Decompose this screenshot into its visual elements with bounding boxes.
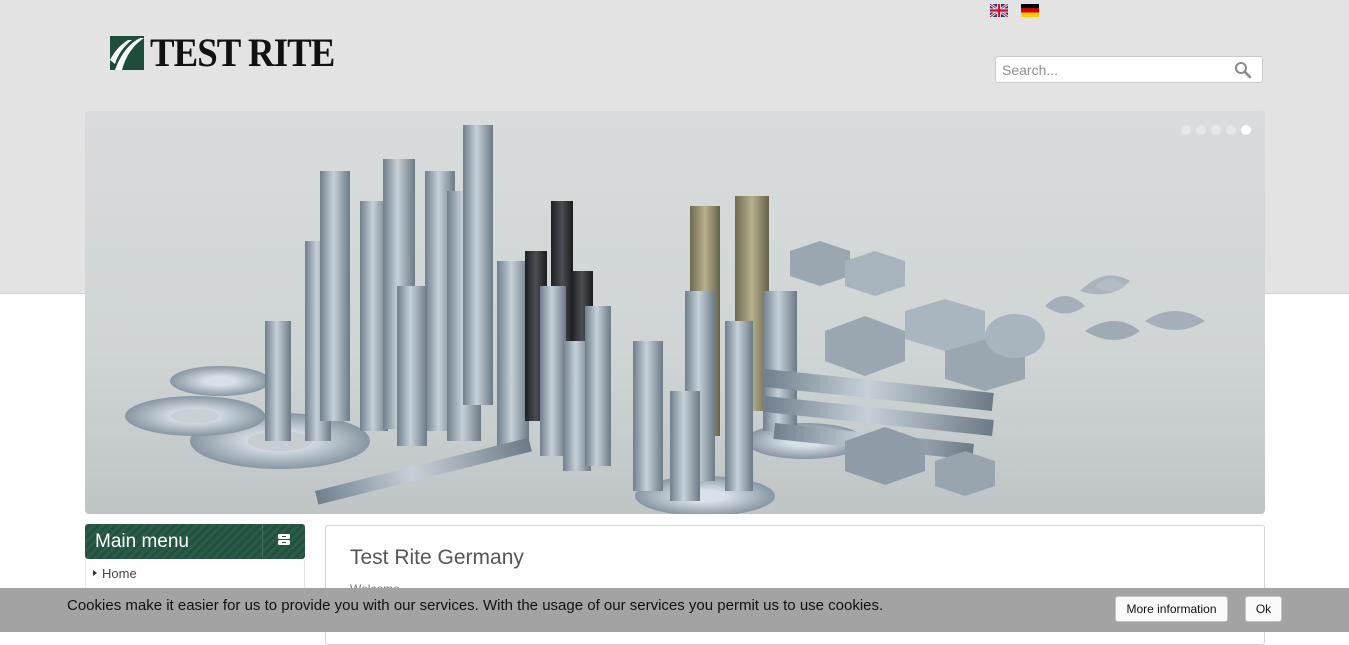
cookie-bar: Cookies make it easier for us to provide… <box>0 588 1349 632</box>
slider-pagination <box>1181 125 1251 135</box>
slider-dot-active[interactable] <box>1241 125 1251 135</box>
cookie-message: Cookies make it easier for us to provide… <box>67 597 884 614</box>
logo[interactable]: TEST RITE <box>110 30 350 75</box>
menu-toggle[interactable] <box>262 524 305 559</box>
more-information-button[interactable]: More information <box>1115 596 1228 622</box>
ok-button[interactable]: Ok <box>1245 596 1282 622</box>
arrow-right-icon <box>93 570 97 576</box>
sidebar-item-home[interactable]: Home <box>85 560 305 588</box>
hero-slider[interactable] <box>85 111 1265 514</box>
slider-dot[interactable] <box>1196 125 1206 135</box>
menu-stack-icon <box>278 534 290 545</box>
main-menu-header: Main menu <box>85 524 305 559</box>
page-title: Test Rite Germany <box>350 546 524 569</box>
search-icon[interactable] <box>1234 61 1252 79</box>
logo-mark-icon <box>110 36 144 70</box>
hero-image <box>125 125 1205 514</box>
slider-dot[interactable] <box>1211 125 1221 135</box>
search-input[interactable] <box>1002 61 1222 79</box>
main-menu-title: Main menu <box>95 531 189 552</box>
uk-flag-icon[interactable] <box>990 4 1008 17</box>
logo-text: TEST RITE <box>150 30 335 75</box>
german-flag-icon[interactable] <box>1021 4 1039 17</box>
sidebar-item-label: Home <box>102 566 137 581</box>
slider-dot[interactable] <box>1181 125 1191 135</box>
slider-dot[interactable] <box>1226 125 1236 135</box>
search-box <box>995 56 1263 83</box>
